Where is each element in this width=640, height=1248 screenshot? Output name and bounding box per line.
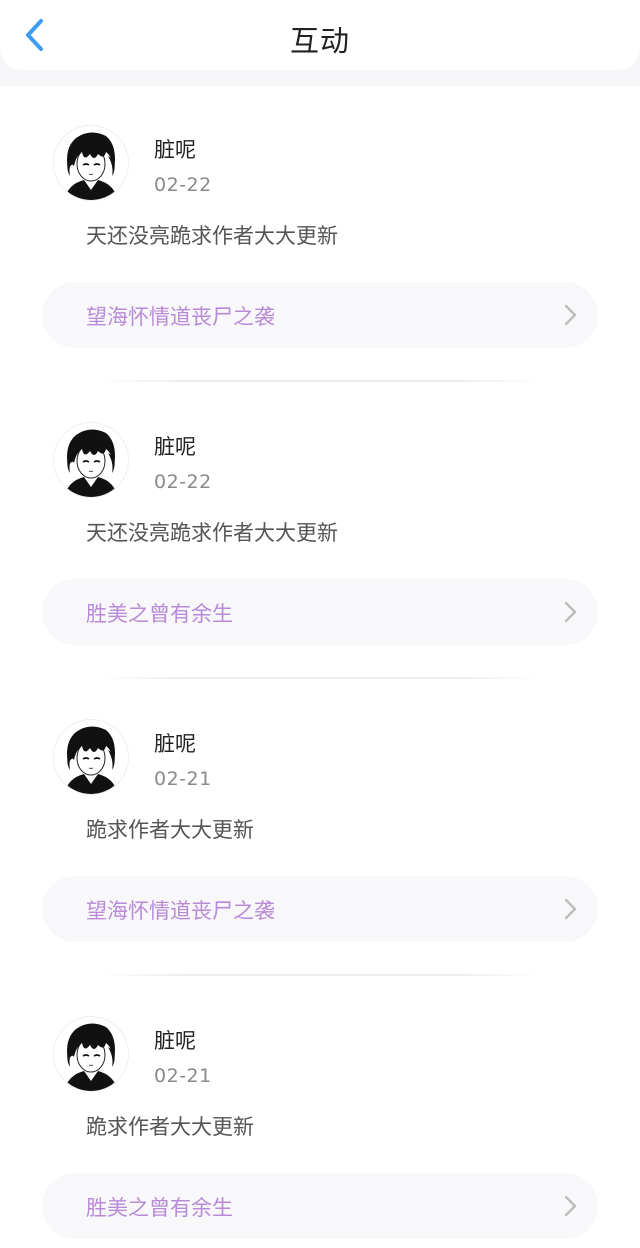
book-title: 望海怀情道丧尸之袭	[86, 305, 275, 329]
comment-date: 02-22	[154, 471, 212, 493]
divider	[100, 677, 540, 679]
chevron-right-icon	[564, 304, 577, 326]
chevron-right-icon	[564, 898, 577, 920]
avatar[interactable]	[54, 1017, 128, 1091]
anime-avatar-icon	[54, 126, 128, 200]
comment-text: 天还没亮跪求作者大大更新	[86, 521, 338, 545]
header-bar: 互动	[0, 0, 640, 70]
interaction-page: 互动 脏呢 02-22 天还没亮跪求作者大大更新 望海怀情道丧尸之袭 脏呢 02…	[0, 0, 640, 1248]
avatar[interactable]	[54, 126, 128, 200]
list-item: 脏呢 02-21 跪求作者大大更新 胜美之曾有余生	[0, 977, 640, 1248]
interaction-list: 脏呢 02-22 天还没亮跪求作者大大更新 望海怀情道丧尸之袭 脏呢 02-22…	[0, 86, 640, 1248]
book-title: 胜美之曾有余生	[86, 1196, 233, 1220]
book-title: 望海怀情道丧尸之袭	[86, 899, 275, 923]
list-item: 脏呢 02-21 跪求作者大大更新 望海怀情道丧尸之袭	[0, 680, 640, 977]
chevron-right-icon	[564, 601, 577, 623]
divider	[100, 974, 540, 976]
comment-date: 02-21	[154, 768, 212, 790]
book-link[interactable]: 望海怀情道丧尸之袭	[42, 876, 598, 942]
username: 脏呢	[154, 1029, 196, 1053]
comment-date: 02-21	[154, 1065, 212, 1087]
comment-text: 跪求作者大大更新	[86, 818, 254, 842]
page-title: 互动	[289, 24, 350, 58]
comment-date: 02-22	[154, 174, 212, 196]
comment-text: 天还没亮跪求作者大大更新	[86, 224, 338, 248]
avatar[interactable]	[54, 423, 128, 497]
avatar[interactable]	[54, 720, 128, 794]
chevron-right-icon	[564, 1195, 577, 1217]
book-link[interactable]: 望海怀情道丧尸之袭	[42, 282, 598, 348]
book-title: 胜美之曾有余生	[86, 602, 233, 626]
anime-avatar-icon	[54, 423, 128, 497]
username: 脏呢	[154, 138, 196, 162]
list-item: 脏呢 02-22 天还没亮跪求作者大大更新 胜美之曾有余生	[0, 383, 640, 680]
comment-text: 跪求作者大大更新	[86, 1115, 254, 1139]
anime-avatar-icon	[54, 720, 128, 794]
anime-avatar-icon	[54, 1017, 128, 1091]
book-link[interactable]: 胜美之曾有余生	[42, 1173, 598, 1239]
divider	[100, 380, 540, 382]
header: 互动	[0, 0, 640, 86]
list-item: 脏呢 02-22 天还没亮跪求作者大大更新 望海怀情道丧尸之袭	[0, 86, 640, 383]
book-link[interactable]: 胜美之曾有余生	[42, 579, 598, 645]
username: 脏呢	[154, 435, 196, 459]
username: 脏呢	[154, 732, 196, 756]
